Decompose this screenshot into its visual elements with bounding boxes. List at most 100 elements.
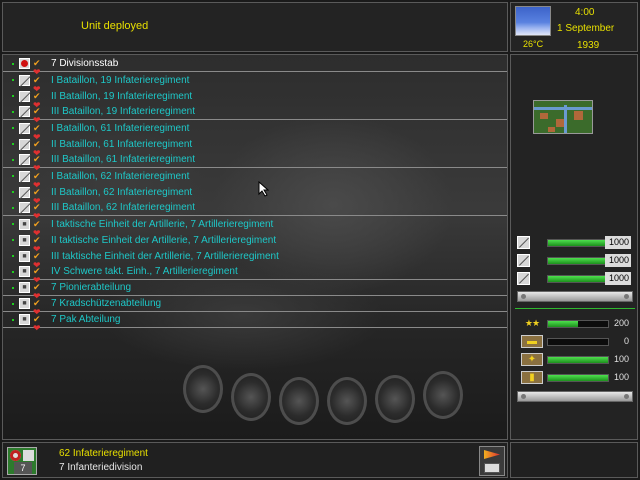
stat-bar: [547, 320, 609, 328]
order-flag-icon: ✔❤: [33, 58, 41, 77]
unit-row[interactable]: ✔❤ II Bataillon, 62 Infaterieregiment: [3, 184, 507, 206]
unit-row[interactable]: ✔❤ III Bataillon, 62 Infaterieregiment: [3, 200, 507, 221]
unit-name: I Bataillon, 62 Infaterieregiment: [51, 170, 190, 182]
order-flag-icon: ✔❤: [33, 170, 41, 190]
minimap[interactable]: [533, 100, 593, 134]
unit-row[interactable]: ✔❤ 7 Pak Abteilung: [3, 312, 507, 333]
unit-row[interactable]: ✔❤ 7 Kradschützenabteilung: [3, 296, 507, 317]
stat-row: ★★ 200: [515, 317, 635, 331]
stat-value: 100: [613, 372, 629, 382]
unit-row[interactable]: ✔❤ I Bataillon, 19 Infaterieregiment: [3, 72, 507, 93]
mouse-cursor-icon: [258, 181, 270, 197]
status-message: Unit deployed: [81, 20, 149, 32]
unit-row[interactable]: ✔❤ II taktische Einheit der Artillerie, 7…: [3, 232, 507, 253]
unit-list-panel[interactable]: ✔❤ 7 Divisionsstab ✔❤ I Bataillon, 19 Infat…: [2, 54, 508, 440]
unit-name: 7 Divisionsstab: [51, 58, 119, 69]
status-dot: [12, 206, 14, 209]
order-flag-icon: ✔❤: [33, 298, 41, 317]
unit-type-icon: [19, 314, 30, 325]
strength-value: 1000: [605, 254, 631, 267]
stat-value: 0: [623, 336, 629, 346]
unit-row[interactable]: ✔❤ 7 Pionierabteilung: [3, 280, 507, 301]
infantry-icon: [517, 272, 530, 285]
stat-bar: [547, 338, 609, 346]
unit-type-icon: [19, 266, 30, 277]
strength-bar: [547, 257, 607, 265]
strength-row[interactable]: 1000: [515, 272, 635, 286]
unit-row[interactable]: ✔❤ III Bataillon, 61 Infaterieregiment: [3, 152, 507, 173]
order-flag-icon: ✔❤: [33, 186, 41, 206]
unit-name: II Bataillon, 62 Infaterieregiment: [51, 186, 193, 198]
unit-row[interactable]: ✔❤ I Bataillon, 62 Infaterieregiment: [3, 168, 507, 190]
order-flag-icon: ✔❤: [33, 90, 41, 110]
headquarters-icon: [19, 58, 30, 69]
status-dot: [12, 270, 14, 273]
selected-division: 7 Infanteriedivision: [59, 462, 143, 473]
strength-row[interactable]: 1000: [515, 236, 635, 250]
unit-name: II taktische Einheit der Artillerie, 7 A…: [51, 234, 277, 246]
background-wheel: [375, 375, 415, 423]
infantry-icon: [517, 254, 530, 267]
time-display: 4:00: [575, 7, 595, 18]
infantry-icon: [19, 106, 30, 117]
status-dot: [12, 286, 14, 289]
unit-name: 7 Pionierabteilung: [51, 282, 132, 293]
status-dot: [12, 239, 14, 241]
infantry-icon: [517, 236, 530, 249]
infantry-icon: [19, 74, 30, 86]
unit-name: III taktische Einheit der Artillerie, 7 …: [51, 250, 279, 262]
unit-badge-icon[interactable]: 7: [7, 447, 37, 475]
unit-type-icon: [19, 234, 30, 246]
status-dot: [12, 175, 14, 177]
order-flag-icon: ✔❤: [33, 218, 41, 238]
unit-row[interactable]: ✔❤ I taktische Einheit der Artillerie, 7 …: [3, 216, 507, 238]
strength-row[interactable]: 1000: [515, 254, 635, 268]
status-dot: [12, 318, 14, 321]
stat-bar: [547, 356, 609, 364]
stat-row: ▬ 0: [515, 335, 635, 349]
background-wheel: [183, 365, 223, 413]
unit-rows: ✔❤ 7 Divisionsstab ✔❤ I Bataillon, 19 Infat…: [3, 55, 507, 333]
order-flag-icon: ✔❤: [33, 282, 41, 301]
infantry-icon: [19, 90, 30, 102]
stat-row: ▮ 100: [515, 371, 635, 385]
status-dot: [12, 79, 14, 81]
background-wheel: [423, 371, 463, 419]
status-dot: [12, 223, 14, 225]
unit-row[interactable]: ✔❤ II Bataillon, 19 Infaterieregiment: [3, 88, 507, 110]
temperature: 26°C: [523, 39, 544, 49]
unit-row[interactable]: ✔❤ III Bataillon, 19 Infaterieregiment: [3, 104, 507, 125]
unit-name: II Bataillon, 19 Infaterieregiment: [51, 90, 193, 102]
side-panel: 1000 1000 1000 ★★ 200 ▬ 0 ✦ 100 ▮ 100: [510, 54, 638, 440]
stat-row: ✦ 100: [515, 353, 635, 367]
unit-row[interactable]: ✔❤ III taktische Einheit der Artillerie, …: [3, 248, 507, 269]
unit-row[interactable]: ✔❤ I Bataillon, 61 Infaterieregiment: [3, 120, 507, 142]
status-dot: [12, 62, 14, 65]
stat-bar: [547, 374, 609, 382]
year-display: 1939: [577, 40, 600, 51]
flag-icon: [484, 450, 500, 459]
bottom-right-panel: [510, 442, 638, 478]
infantry-icon: [19, 138, 30, 150]
infantry-icon: [19, 170, 30, 182]
map-icon: [484, 463, 500, 473]
unit-row[interactable]: ✔❤ IV Schwere takt. Einh., 7 Artilleriere…: [3, 264, 507, 285]
order-flag-icon: ✔❤: [33, 122, 41, 142]
infantry-icon: [19, 154, 30, 165]
unit-type-icon: [19, 250, 30, 262]
tank-icon: ▬: [521, 335, 543, 348]
unit-name: I taktische Einheit der Artillerie, 7 Ar…: [51, 218, 274, 230]
date-panel: 26°C 4:00 1 September 1939: [510, 2, 638, 52]
status-dot: [12, 191, 14, 193]
stats-slider[interactable]: [517, 391, 633, 402]
unit-row[interactable]: ✔❤ II Bataillon, 61 Infaterieregiment: [3, 136, 507, 157]
unit-row[interactable]: ✔❤ 7 Divisionsstab: [3, 56, 507, 77]
status-dot: [12, 158, 14, 161]
strength-slider[interactable]: [517, 291, 633, 302]
unit-type-icon: [19, 282, 30, 293]
unit-name: IV Schwere takt. Einh., 7 Artillerieregi…: [51, 266, 238, 277]
unit-type-icon: [19, 218, 30, 230]
flag-map-button[interactable]: [479, 446, 505, 476]
unit-name: I Bataillon, 61 Infaterieregiment: [51, 122, 190, 134]
strength-bar: [547, 275, 607, 283]
